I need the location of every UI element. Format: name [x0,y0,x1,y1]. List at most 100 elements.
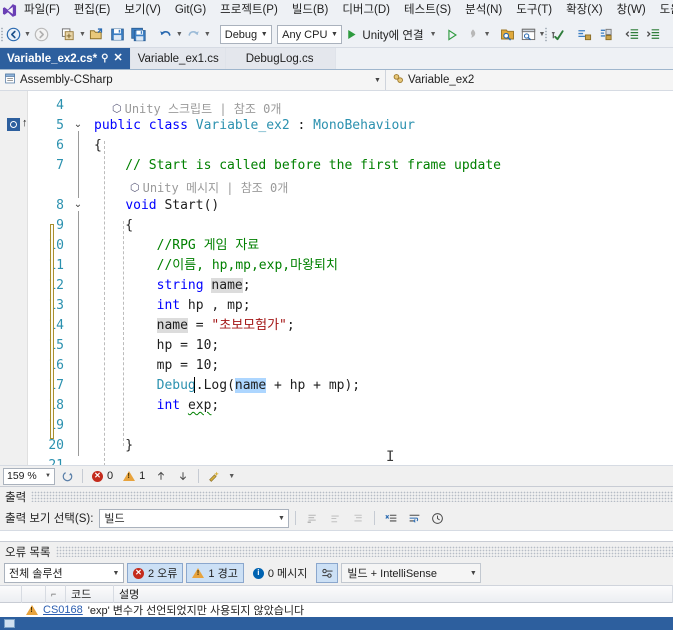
menu-tools[interactable]: 도구(T) [509,1,559,21]
navigate-up-icon[interactable]: ↑ [22,118,28,129]
menu-file[interactable]: 파일(F) [17,1,67,21]
hot-reload-icon[interactable] [463,24,484,46]
menu-debug[interactable]: 디버그(D) [335,1,397,21]
comment-icon[interactable] [574,24,595,46]
next-issue-button[interactable] [173,467,193,485]
refresh-icon[interactable] [57,467,77,485]
build-source-combo[interactable]: 빌드 + IntelliSense ▼ [341,563,482,583]
table-row[interactable]: CS0168 'exp' 변수가 선언되었지만 사용되지 않았습니다 [0,603,673,617]
collapse-class-icon[interactable]: ⌄ [71,117,85,131]
tab-debuglog[interactable]: DebugLog.cs [225,48,337,69]
navigate-forward-button[interactable] [31,24,52,46]
type-member-combo[interactable]: Variable_ex2 [386,70,673,90]
code-line-6: { [94,138,102,153]
unity-script-indicator-icon[interactable] [7,118,20,131]
error-code[interactable]: CS0168 [43,604,83,616]
solution-configuration-combo[interactable]: Debug ▼ [219,25,273,44]
warnings-toggle-button[interactable]: 1 경고 [186,563,244,583]
status-warning-count-value: 1 [139,470,146,482]
open-file-icon[interactable] [86,24,107,46]
pin-icon[interactable]: ⚲ [101,53,108,64]
messages-toggle-button[interactable]: i 0 메시지 [247,563,314,583]
clock-icon[interactable] [427,509,447,527]
hot-reload-dropdown[interactable]: ▼ [484,31,491,38]
menu-project[interactable]: 프로젝트(P) [213,1,285,21]
find-message-icon[interactable] [302,509,322,527]
menu-test[interactable]: 테스트(S) [397,1,458,21]
zoom-level-combo[interactable]: 159 % ▼ [3,467,55,485]
line-number-20: 20 [48,438,64,453]
outdent-icon[interactable] [622,24,643,46]
output-toolbar: 출력 보기 선택(S): 빌드 ▼ [0,506,673,530]
menu-git[interactable]: Git(G) [168,1,213,21]
navigate-back-button[interactable] [3,24,24,46]
status-error-count[interactable]: ✕ 0 [88,467,117,485]
col-description[interactable]: 설명 [114,585,673,603]
error-list-rows[interactable]: CS0168 'exp' 변수가 선언되었지만 사용되지 않았습니다 [0,603,673,617]
tab-variable-ex2[interactable]: Variable_ex2.cs* ⚲ ✕ [0,48,131,69]
uncomment-icon[interactable] [595,24,616,46]
save-all-icon[interactable] [128,24,149,46]
taskbar-item-icon[interactable] [4,619,15,628]
col-severity[interactable] [22,585,46,603]
code-surface[interactable]: ⬡ Unity 스크립트 | 참조 0개 public class Variab… [90,91,673,465]
output-view-combo[interactable]: 빌드 ▼ [99,508,290,528]
clear-all-icon[interactable] [381,509,401,527]
new-project-icon[interactable] [58,24,79,46]
go-to-next-icon[interactable] [348,509,368,527]
line-number-7: 7 [56,158,64,173]
warning-icon [192,568,205,578]
indicator-margin[interactable]: ↑ [0,91,28,465]
col-code[interactable]: 코드 [66,585,114,603]
menu-view[interactable]: 보기(V) [117,1,168,21]
col-sort[interactable]: ⌐ [46,585,66,603]
solution-explorer-icon[interactable] [518,24,539,46]
warning-icon [26,605,38,615]
tab-variable-ex1[interactable]: Variable_ex1.cs [130,48,226,69]
close-icon[interactable]: ✕ [113,53,124,64]
previous-issue-button[interactable] [151,467,171,485]
menu-build[interactable]: 빌드(B) [285,1,336,21]
attach-dropdown[interactable]: ▼ [428,31,439,38]
start-without-debugging-icon[interactable] [442,24,463,46]
menu-help[interactable]: 도움말(H) [653,1,673,21]
status-warning-count[interactable]: 1 [119,467,149,485]
outlining-margin[interactable]: ⌄ ⌄ [50,91,90,465]
solution-platform-combo[interactable]: Any CPU ▼ [277,25,343,44]
col-selector[interactable] [0,585,22,603]
code-editor[interactable]: ↑ 456789101112131415161718192021 ⌄ ⌄ ⬡ U… [0,91,673,465]
error-list-title-label: 오류 목록 [5,546,51,559]
redo-icon[interactable] [183,24,204,46]
undo-dropdown[interactable]: ▼ [176,31,183,38]
codelens-unity-message[interactable]: ⬡ Unity 메시지 | 참조 0개 [130,179,288,197]
spell-check-icon[interactable] [547,24,568,46]
menu-edit[interactable]: 편집(E) [67,1,118,21]
go-to-previous-icon[interactable] [325,509,345,527]
scope-selector-combo[interactable]: 전체 솔루션 ▼ [4,563,124,583]
new-project-dropdown[interactable]: ▼ [79,31,86,38]
menu-analyze[interactable]: 분석(N) [458,1,509,21]
output-text-area[interactable] [0,530,673,541]
indent-icon[interactable] [643,24,664,46]
menu-window[interactable]: 창(W) [610,1,653,21]
filter-icon[interactable] [316,563,339,583]
collapse-method-icon[interactable]: ⌄ [71,197,85,211]
document-tab-strip: Variable_ex2.cs* ⚲ ✕ Variable_ex1.cs Deb… [0,48,673,70]
search-window-icon[interactable] [497,24,518,46]
save-icon[interactable] [107,24,128,46]
visual-studio-logo-icon [2,1,17,21]
errors-toggle-button[interactable]: ✕ 2 오류 [127,563,184,583]
undo-icon[interactable] [155,24,176,46]
navigate-back-dropdown[interactable]: ▼ [24,31,31,38]
solution-explorer-dropdown[interactable]: ▼ [539,31,546,38]
project-selector-combo[interactable]: Assembly-CSharp ▼ [0,70,386,90]
output-panel-title[interactable]: 출력 [0,487,673,506]
quick-actions-dropdown[interactable]: ▼ [226,473,237,480]
quick-actions-icon[interactable] [204,467,224,485]
menu-extensions[interactable]: 확장(X) [559,1,610,21]
attach-to-unity-button[interactable]: Unity에 연결 ▼ [342,24,441,45]
taskbar [0,617,673,630]
redo-dropdown[interactable]: ▼ [204,31,211,38]
error-list-title[interactable]: 오류 목록 [0,542,673,561]
word-wrap-icon[interactable] [404,509,424,527]
